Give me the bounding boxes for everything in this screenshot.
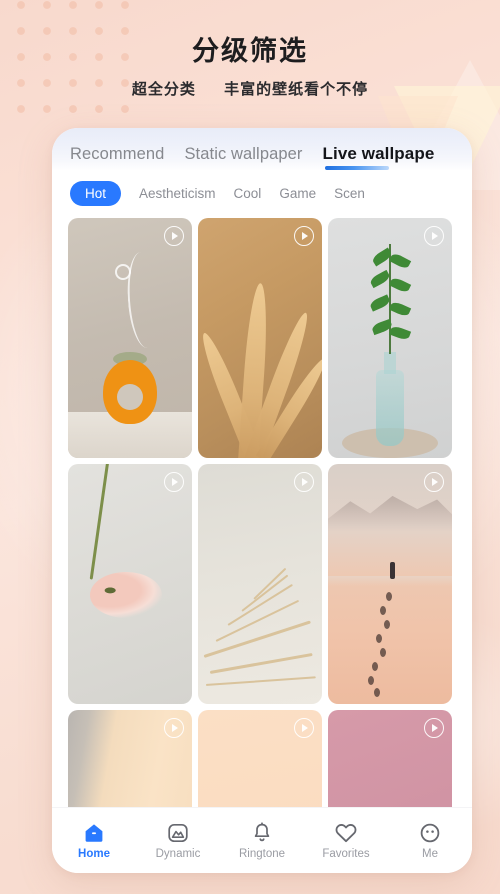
category-chip-game[interactable]: Game (279, 186, 316, 201)
play-icon[interactable] (164, 718, 184, 738)
play-icon[interactable] (424, 226, 444, 246)
nav-label-dynamic: Dynamic (155, 848, 201, 860)
wallpaper-thumb-orange-donut-vase (68, 218, 192, 458)
tab-recommend-label: Recommend (70, 145, 165, 163)
nav-label-home: Home (78, 848, 110, 860)
nav-item-home[interactable]: Home (52, 821, 136, 860)
tab-static-wallpaper-label: Static wallpaper (184, 145, 303, 163)
wallpaper-thumb-pink-gerbera-daisy (68, 464, 192, 704)
promo-subtitle: 超全分类 丰富的壁纸看个不停 (0, 78, 500, 99)
wallpaper-card[interactable] (68, 218, 192, 458)
nav-item-dynamic[interactable]: Dynamic (136, 821, 220, 860)
nav-label-me: Me (422, 848, 438, 860)
wallpaper-thumb-eucalyptus-glass-bottle (328, 218, 452, 458)
play-icon[interactable] (294, 472, 314, 492)
category-chip-aestheticism[interactable]: Aestheticism (139, 186, 216, 201)
category-chip-scene[interactable]: Scen (334, 186, 365, 201)
bottom-navigation-bar: Home Dynamic Ringtone Favorites Me (52, 807, 472, 873)
wallpaper-card[interactable] (68, 464, 192, 704)
wallpaper-card[interactable] (328, 218, 452, 458)
image-icon (168, 823, 188, 843)
wallpaper-card[interactable] (68, 710, 192, 807)
nav-label-ringtone: Ringtone (238, 848, 286, 860)
play-icon[interactable] (294, 718, 314, 738)
tab-recommend[interactable]: Recommend (70, 145, 164, 171)
category-chip-row: Hot Aestheticism Cool Game Scen (52, 171, 472, 218)
tab-static-wallpaper[interactable]: Static wallpaper (184, 145, 302, 171)
wallpaper-card[interactable] (328, 710, 452, 807)
play-icon[interactable] (424, 472, 444, 492)
bell-icon (254, 822, 270, 842)
play-icon[interactable] (424, 718, 444, 738)
promo-subtitle-right: 丰富的壁纸看个不停 (224, 81, 369, 99)
face-circle-icon (420, 823, 440, 843)
wallpaper-thumb-golden-pampas-grass (198, 218, 322, 458)
promo-title: 分级筛选 (192, 36, 308, 66)
nav-item-me[interactable]: Me (388, 821, 472, 860)
category-chip-cool[interactable]: Cool (234, 186, 262, 201)
top-tab-bar: Recommend Static wallpaper Live wallpape (52, 128, 472, 171)
heart-icon (335, 824, 357, 843)
home-icon (85, 824, 103, 842)
tab-live-wallpaper-label: Live wallpape (322, 144, 435, 163)
wallpaper-card[interactable] (198, 710, 322, 807)
wallpaper-card[interactable] (328, 464, 452, 704)
play-icon[interactable] (164, 472, 184, 492)
wallpaper-thumb-dried-branches (198, 464, 322, 704)
phone-mockup: Recommend Static wallpaper Live wallpape… (52, 128, 472, 873)
category-chip-hot[interactable]: Hot (70, 181, 122, 206)
wallpaper-card[interactable] (198, 218, 322, 458)
nav-item-favorites[interactable]: Favorites (304, 821, 388, 860)
play-icon[interactable] (294, 226, 314, 246)
wallpaper-card[interactable] (198, 464, 322, 704)
tab-live-wallpaper[interactable]: Live wallpape (323, 144, 435, 171)
wallpaper-thumb-desert-footprints-walker (328, 464, 452, 704)
play-icon[interactable] (164, 226, 184, 246)
app-screen: Recommend Static wallpaper Live wallpape… (52, 128, 472, 873)
active-tab-underline (324, 166, 389, 170)
wallpaper-grid (52, 218, 472, 807)
nav-label-favorites: Favorites (322, 848, 370, 860)
promo-subtitle-left: 超全分类 (131, 81, 196, 99)
promo-headline: 分级筛选 超全分类 丰富的壁纸看个不停 (0, 36, 500, 99)
nav-item-ringtone[interactable]: Ringtone (220, 821, 304, 860)
